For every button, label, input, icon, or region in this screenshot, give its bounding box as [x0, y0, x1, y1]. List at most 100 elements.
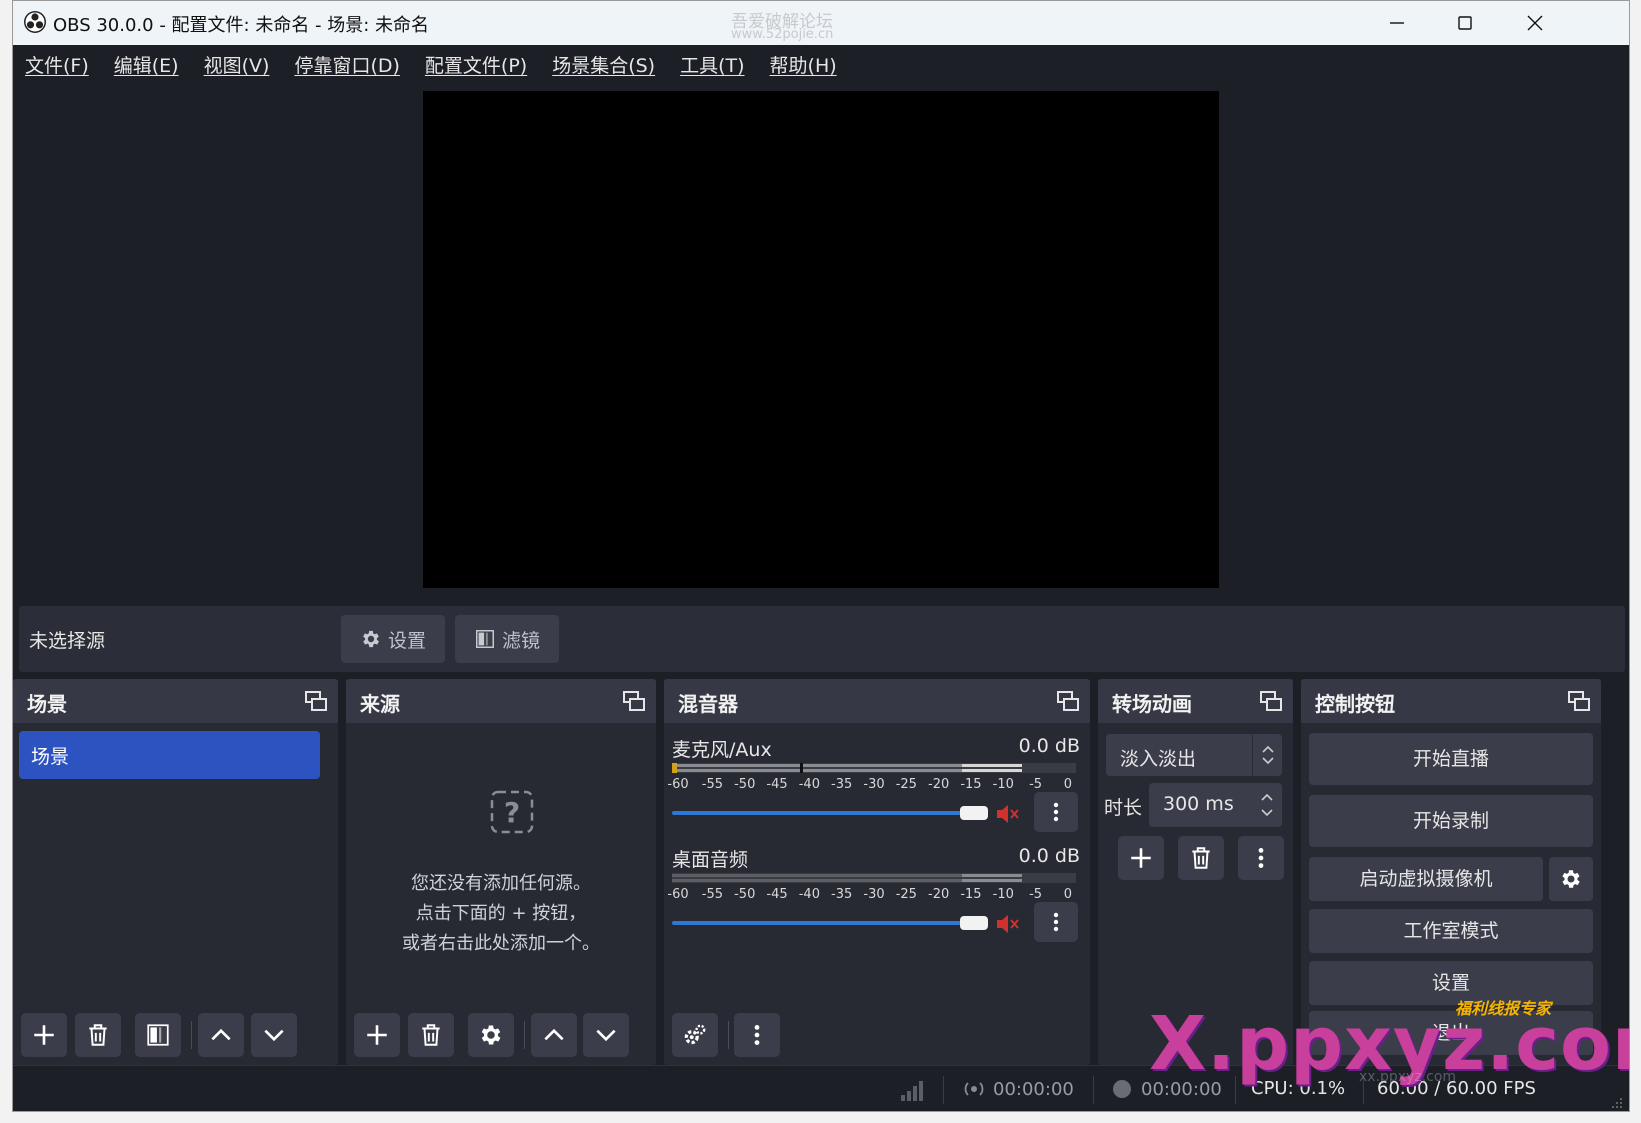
- scenes-dock-header: 场景: [13, 679, 338, 723]
- source-context-bar: 未选择源 设置 滤镜: [19, 606, 1625, 672]
- float-dock-icon[interactable]: [1567, 689, 1591, 713]
- meter-tick: -55: [701, 777, 724, 792]
- start-streaming-button[interactable]: 开始直播: [1309, 733, 1593, 785]
- remove-scene-button[interactable]: [75, 1013, 121, 1057]
- toolbar-separator: [191, 1021, 192, 1049]
- scene-list-item[interactable]: 场景: [19, 731, 320, 779]
- controls-dock-title: 控制按钮: [1315, 692, 1395, 716]
- gear-icon: [363, 630, 379, 648]
- duration-label: 时长: [1104, 797, 1143, 819]
- meter-tick: -5: [1029, 777, 1043, 792]
- status-separator: [1093, 1076, 1094, 1104]
- source-filters-button[interactable]: 滤镜: [455, 615, 559, 663]
- float-dock-icon[interactable]: [1259, 689, 1283, 713]
- menu-help[interactable]: 帮助(H): [770, 51, 837, 78]
- minimize-button[interactable]: [1363, 1, 1431, 45]
- start-virtual-camera-button[interactable]: 启动虚拟摄像机: [1309, 857, 1543, 901]
- muted-speaker-icon[interactable]: [994, 911, 1020, 937]
- start-recording-button[interactable]: 开始录制: [1309, 795, 1593, 847]
- float-dock-icon[interactable]: [304, 689, 328, 713]
- meter-tick: -40: [798, 777, 820, 792]
- trash-icon: [1192, 847, 1210, 869]
- meter-tick: -35: [831, 777, 853, 792]
- empty-sources-line-1: 您还没有添加任何源。: [411, 873, 591, 894]
- menu-profile[interactable]: 配置文件(P): [425, 51, 527, 78]
- meter-tick: -5: [1029, 887, 1043, 902]
- add-scene-button[interactable]: [21, 1013, 67, 1057]
- volume-slider-thumb[interactable]: [960, 916, 988, 930]
- move-scene-up-button[interactable]: [198, 1013, 244, 1057]
- gear-icon: [481, 1025, 501, 1045]
- menu-tools[interactable]: 工具(T): [680, 51, 744, 78]
- volume-slider-thumb[interactable]: [960, 806, 988, 820]
- muted-speaker-icon[interactable]: [994, 801, 1020, 827]
- meter-tick: 0: [1063, 777, 1073, 792]
- remove-transition-button[interactable]: [1178, 836, 1224, 880]
- meter-tick: -45: [766, 887, 788, 902]
- plus-icon: [1131, 848, 1151, 868]
- add-source-button[interactable]: [354, 1013, 400, 1057]
- menu-docks[interactable]: 停靠窗口(D): [294, 51, 399, 78]
- move-source-down-button[interactable]: [583, 1013, 629, 1057]
- sources-toolbar: [346, 1005, 656, 1065]
- transitions-dock-header: 转场动画: [1098, 679, 1293, 723]
- source-filters-label: 滤镜: [501, 629, 540, 652]
- scene-filters-button[interactable]: [135, 1013, 181, 1057]
- preview-canvas[interactable]: [423, 91, 1219, 588]
- question-mark-icon: ?: [490, 790, 534, 834]
- minimize-icon: [1390, 22, 1404, 24]
- move-source-up-button[interactable]: [531, 1013, 577, 1057]
- gears-icon: [684, 1024, 706, 1045]
- empty-sources-line-2: 点击下面的 + 按钮，: [415, 903, 587, 924]
- filter-icon: [147, 1024, 169, 1046]
- advanced-audio-button[interactable]: [672, 1013, 718, 1057]
- signal-strength-icon: [901, 1081, 923, 1101]
- window-title: OBS 30.0.0 - 配置文件: 未命名 - 场景: 未命名: [53, 15, 430, 36]
- float-dock-icon[interactable]: [622, 689, 646, 713]
- meter-tick: -45: [766, 777, 788, 792]
- more-vertical-icon: [1053, 802, 1059, 822]
- mixer-dock-title: 混音器: [678, 692, 738, 716]
- more-vertical-icon: [1053, 912, 1059, 932]
- maximize-button[interactable]: [1431, 1, 1499, 45]
- volume-slider[interactable]: [672, 921, 972, 925]
- float-dock-icon[interactable]: [1056, 689, 1080, 713]
- menu-scene-collection[interactable]: 场景集合(S): [552, 51, 655, 78]
- menu-edit[interactable]: 编辑(E): [114, 51, 179, 78]
- remove-source-button[interactable]: [408, 1013, 454, 1057]
- plus-icon: [367, 1025, 387, 1045]
- transition-select[interactable]: 淡入淡出: [1106, 734, 1282, 776]
- source-properties-button[interactable]: [468, 1013, 514, 1057]
- updown-icon: [1261, 745, 1274, 765]
- menu-view[interactable]: 视图(V): [204, 51, 270, 78]
- plus-icon: [34, 1025, 54, 1045]
- watermark-forum-url: www.52pojie.cn: [731, 27, 834, 42]
- source-settings-button[interactable]: 设置: [341, 615, 445, 663]
- no-source-label: 未选择源: [29, 630, 106, 652]
- add-transition-button[interactable]: [1118, 836, 1164, 880]
- watermark-url: xx.ppxyz.com: [1359, 1069, 1457, 1085]
- duration-value: 300 ms: [1163, 793, 1234, 815]
- channel-menu-button[interactable]: [1034, 792, 1078, 832]
- meter-tick: 0: [1063, 887, 1073, 902]
- mixer-menu-button[interactable]: [734, 1013, 780, 1057]
- menu-file[interactable]: 文件(F): [25, 51, 89, 78]
- duration-spin-arrows: [1252, 783, 1282, 827]
- channel-db: 0.0 dB: [1018, 735, 1080, 757]
- volume-meter: [672, 763, 1076, 773]
- move-scene-down-button[interactable]: [251, 1013, 297, 1057]
- close-button[interactable]: [1501, 1, 1569, 45]
- resize-grip-icon[interactable]: [1611, 1097, 1623, 1109]
- studio-mode-button[interactable]: 工作室模式: [1309, 909, 1593, 953]
- transition-menu-button[interactable]: [1238, 836, 1284, 880]
- virtual-camera-settings-button[interactable]: [1549, 857, 1593, 901]
- duration-spinbox[interactable]: 300 ms: [1149, 783, 1282, 827]
- meter-tick: -15: [960, 777, 982, 792]
- volume-slider[interactable]: [672, 811, 972, 815]
- meter-tick: -25: [895, 887, 917, 902]
- obs-window: OBS 30.0.0 - 配置文件: 未命名 - 场景: 未命名 吾爱破解论坛 …: [12, 0, 1630, 1112]
- spin-arrows-icon: [1261, 793, 1273, 817]
- scenes-dock: 场景 场景: [13, 679, 338, 1065]
- channel-db: 0.0 dB: [1018, 845, 1080, 867]
- channel-menu-button[interactable]: [1034, 902, 1078, 942]
